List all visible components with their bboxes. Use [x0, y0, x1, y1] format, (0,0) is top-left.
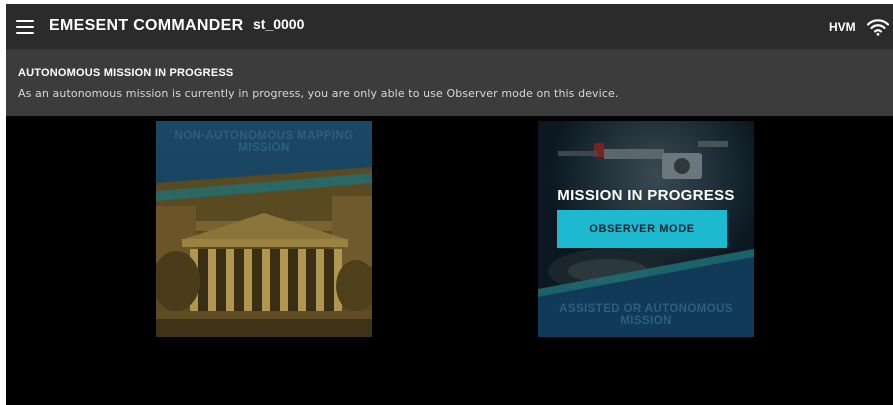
non-autonomous-mission-card[interactable]: NON-AUTONOMOUS MAPPING MISSION [156, 121, 372, 337]
banner-message: As an autonomous mission is currently in… [18, 87, 619, 100]
app-title: EMESENT COMMANDER [49, 17, 244, 34]
observer-mode-button[interactable]: OBSERVER MODE [557, 210, 727, 248]
autonomous-mission-card: MISSION IN PROGRESS OBSERVER MODE ASSIST… [538, 121, 754, 337]
wifi-icon [867, 19, 889, 36]
connection-status-label: HVM [829, 20, 856, 34]
mission-in-progress-title: MISSION IN PROGRESS [557, 187, 735, 204]
autonomous-mission-label: ASSISTED OR AUTONOMOUS MISSION [559, 303, 733, 327]
app-window: EMESENT COMMANDER st_0000 HVM AUTONOMOUS… [6, 4, 893, 405]
hamburger-menu-icon[interactable] [16, 20, 34, 34]
top-bar: EMESENT COMMANDER st_0000 HVM [6, 4, 893, 49]
device-id: st_0000 [253, 16, 305, 32]
mission-status-banner: AUTONOMOUS MISSION IN PROGRESS As an aut… [6, 49, 893, 116]
non-autonomous-mission-label: NON-AUTONOMOUS MAPPING MISSION [174, 130, 354, 154]
banner-title: AUTONOMOUS MISSION IN PROGRESS [18, 67, 234, 79]
